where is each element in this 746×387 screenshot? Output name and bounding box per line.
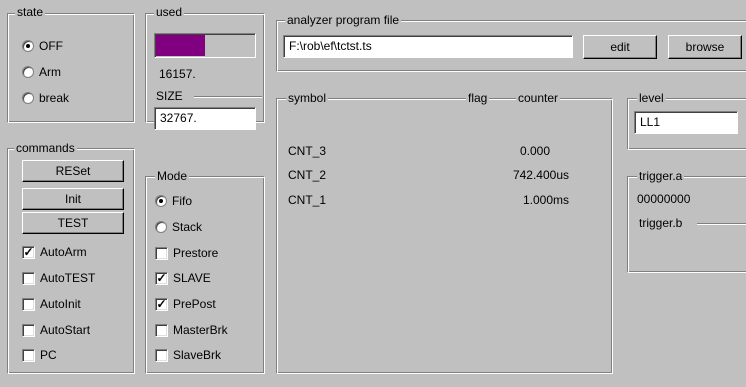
mode-group-title: Mode [155,169,190,183]
counter-row-value: 1.000ms [522,193,569,207]
radio-fifo-indicator[interactable] [155,195,167,207]
autoinit-checkbox[interactable]: AutoInit [22,296,81,312]
used-progress-fill [156,35,205,56]
size-title: SIZE [154,89,185,103]
autoarm-checkbox[interactable]: ✓ AutoArm [22,244,87,260]
mode-fifo-radio[interactable]: Fifo [155,193,192,209]
level-title: level [637,91,666,105]
slave-check-box[interactable]: ✓ [155,271,168,285]
autoarm-check-box[interactable]: ✓ [22,245,35,259]
used-value: 16157. [159,67,196,81]
test-button[interactable]: TEST [22,212,124,234]
counter-row-value: 742.400us [512,168,569,182]
autoinit-check-box[interactable] [22,297,35,311]
browse-button[interactable]: browse [668,35,742,59]
col-counter-header: counter [516,91,561,105]
slave-checkbox[interactable]: ✓ SLAVE [155,270,211,286]
autoarm-label: AutoArm [40,245,87,259]
autostart-label: AutoStart [40,323,91,337]
masterbrk-checkbox[interactable]: MasterBrk [155,322,228,338]
prestore-label: Prestore [173,246,219,260]
used-group-title: used [154,5,185,19]
prepost-check-box[interactable]: ✓ [155,297,168,311]
trigger-a-label: trigger.a [637,169,685,183]
counter-row-symbol: CNT_1 [288,193,327,207]
mode-stack-label: Stack [172,220,203,234]
counter-row-symbol: CNT_3 [288,144,327,158]
counters-group [276,98,613,374]
autotest-label: AutoTEST [40,271,96,285]
analyzer-window: { "state": { "title": "state", "options"… [0,0,746,387]
state-break-radio[interactable]: break [22,90,69,106]
mode-stack-radio[interactable]: Stack [155,219,202,235]
state-break-label: break [39,91,70,105]
autoinit-label: AutoInit [40,297,81,311]
mode-fifo-label: Fifo [172,194,193,208]
pc-check-box[interactable] [22,348,35,362]
state-arm-radio[interactable]: Arm [22,64,61,80]
reset-button[interactable]: RESet [22,160,124,182]
slavebrk-checkbox[interactable]: SlaveBrk [155,347,221,363]
prepost-checkbox[interactable]: ✓ PrePost [155,296,216,312]
level-field[interactable]: LL1 [634,111,738,134]
program-file-path-field[interactable]: F:\rob\ef\tctst.ts [283,35,573,58]
program-file-title: analyzer program file [285,13,402,27]
masterbrk-label: MasterBrk [173,323,228,337]
state-group-title: state [15,5,46,19]
col-symbol-header: symbol [286,91,329,105]
size-field[interactable]: 32767. [154,107,256,130]
autotest-check-box[interactable] [22,271,35,285]
autotest-checkbox[interactable]: AutoTEST [22,270,95,286]
slavebrk-check-box[interactable] [155,348,168,362]
state-off-radio[interactable]: OFF [22,38,63,54]
trigger-b-separator [697,223,746,225]
used-progress-bar [154,33,256,58]
trigger-a-value: 00000000 [637,192,691,206]
counter-row-value: 0.000 [519,144,550,158]
commands-group-title: commands [14,141,77,155]
state-arm-label: Arm [39,65,61,79]
init-button[interactable]: Init [22,188,124,210]
size-separator [194,96,262,98]
trigger-b-label: trigger.b [637,216,685,230]
prestore-checkbox[interactable]: Prestore [155,245,218,261]
pc-checkbox[interactable]: PC [22,347,57,363]
radio-stack-indicator[interactable] [155,221,167,233]
prestore-check-box[interactable] [155,246,168,260]
counter-row-symbol: CNT_2 [288,168,327,182]
col-flag-header: flag [466,91,490,105]
state-off-label: OFF [39,39,63,53]
radio-break-indicator[interactable] [22,92,34,104]
radio-off-indicator[interactable] [22,40,34,52]
slavebrk-label: SlaveBrk [173,348,222,362]
edit-button[interactable]: edit [583,35,657,59]
masterbrk-check-box[interactable] [155,323,168,337]
pc-label: PC [40,348,57,362]
autostart-checkbox[interactable]: AutoStart [22,322,90,338]
autostart-check-box[interactable] [22,323,35,337]
prepost-label: PrePost [173,297,216,311]
radio-arm-indicator[interactable] [22,66,34,78]
slave-label: SLAVE [173,271,211,285]
